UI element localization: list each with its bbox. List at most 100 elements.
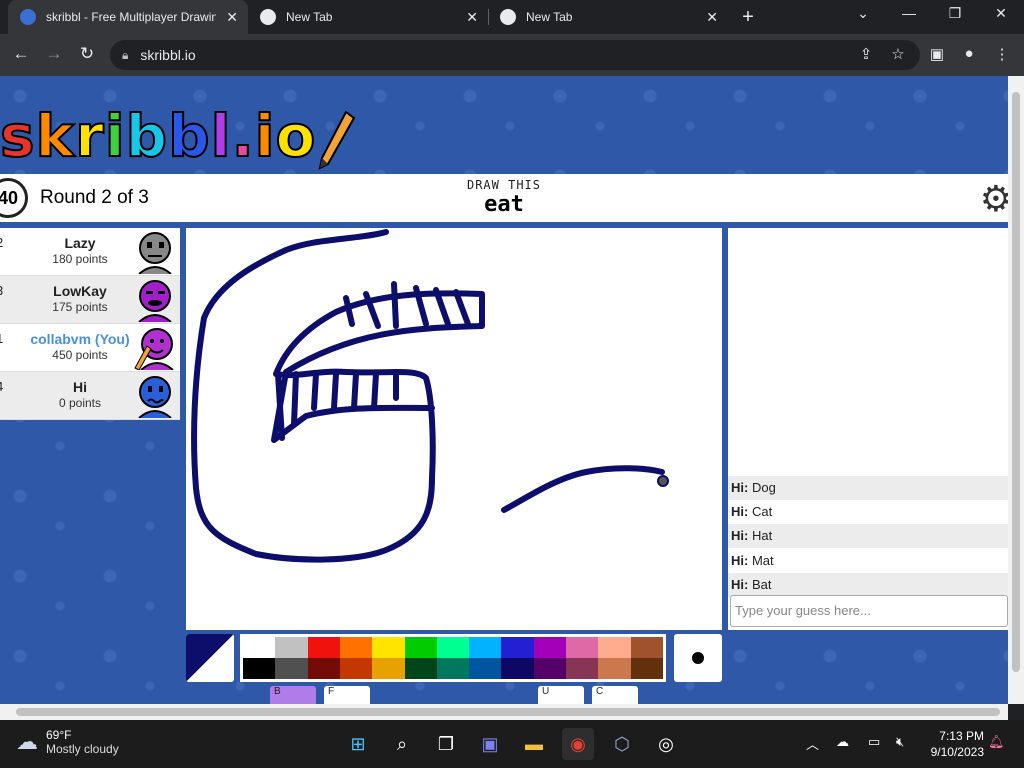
cloud-icon: ☁ [16,729,38,754]
tab-new-2[interactable]: New Tab ✕ [488,0,728,34]
tool-undo-button[interactable]: U [538,686,584,704]
color-swatch[interactable] [469,637,502,658]
chat-user: Hi: [731,480,749,495]
chat-text: Hat [751,528,773,543]
vertical-scrollbar[interactable] [1008,76,1024,704]
file-explorer-icon[interactable]: ▬ [518,728,550,760]
close-tab-icon[interactable]: ✕ [466,9,478,26]
player-row-self[interactable]: 1 collabvm (You) 450 points [0,324,180,372]
virtualbox-icon[interactable]: ⬡ [606,728,638,760]
brush-size-button[interactable] [674,634,722,682]
chat-user: Hi: [731,528,749,543]
chat-user: Hi: [731,577,749,592]
tool-fill-button[interactable]: F [324,686,370,704]
weather-widget[interactable]: ☁ 69°F Mostly cloudy [16,728,119,756]
start-icon[interactable]: ⊞ [342,728,374,760]
browser-toolbar: ← → ↻ 🔒︎ skribbl.io ⇪ ☆ ▣ ● ⋮ [0,34,1024,76]
color-swatch[interactable] [501,658,534,679]
player-list: 2 Lazy 180 points 3 LowKay 175 points 1 … [0,228,180,420]
color-swatch[interactable] [372,637,405,658]
forward-icon[interactable]: → [43,44,65,64]
search-icon[interactable]: ⌕ [386,728,418,760]
color-swatch[interactable] [436,658,470,679]
color-swatch[interactable] [275,658,308,679]
color-palette [240,634,666,682]
color-swatch[interactable] [469,658,502,679]
player-row[interactable]: 3 LowKay 175 points [0,276,180,324]
display-icon[interactable]: ▭ [868,734,880,750]
system-clock[interactable]: 7:13 PM 9/10/2023 [931,728,984,760]
chat-user: Hi: [731,553,749,568]
color-swatch[interactable] [501,637,534,658]
clock-date: 9/10/2023 [930,745,984,759]
chat-text: Dog [751,480,776,495]
tray-chevron-icon[interactable]: ︿ [806,734,819,753]
draw-this-label: DRAW THIS [466,178,542,192]
scroll-thumb[interactable] [1012,92,1020,672]
reload-icon[interactable]: ↻ [76,44,98,64]
tab-new-1[interactable]: New Tab ✕ [248,0,488,34]
color-swatch[interactable] [404,637,437,658]
chat-user: Hi: [731,504,749,519]
network-icon[interactable]: ☁ [836,734,849,750]
color-swatch[interactable] [566,658,599,679]
player-avatar [138,280,172,322]
color-swatch[interactable] [533,658,567,679]
color-swatch[interactable] [243,637,276,658]
player-row[interactable]: 2 Lazy 180 points [0,228,180,276]
player-avatar [134,328,174,370]
scroll-thumb[interactable] [16,708,1000,716]
notification-bell-icon[interactable]: 🔔︎ [988,734,1005,750]
address-bar[interactable]: 🔒︎ skribbl.io [110,40,920,70]
clock-time: 7:13 PM [939,729,984,743]
new-tab-button[interactable]: + [726,6,770,29]
color-swatch[interactable] [243,658,276,679]
player-avatar [138,232,172,274]
color-swatch[interactable] [533,637,567,658]
color-swatch[interactable] [372,658,405,679]
tab-skribbl[interactable]: skribbl - Free Multiplayer Drawin ✕ [8,0,248,34]
drawing-canvas[interactable] [186,228,722,630]
horizontal-scrollbar[interactable] [0,704,1008,720]
tab-title: New Tab [526,10,573,24]
color-swatch[interactable] [630,658,663,679]
bookmark-star-icon[interactable]: ☆ [888,45,908,63]
color-swatch[interactable] [307,658,340,679]
side-panel-icon[interactable]: ▣ [927,45,947,63]
chrome-taskbar-icon[interactable]: ◉ [562,728,594,760]
close-tab-icon[interactable]: ✕ [226,9,238,26]
guess-input[interactable]: Type your guess here... [730,595,1008,627]
chat-message: Hi: Dog [728,476,1008,500]
volume-muted-icon[interactable]: 🔇︎ [896,734,904,750]
chrome-icon [260,9,276,25]
settings-gear-icon[interactable]: ⚙ [980,178,1008,220]
color-swatch[interactable] [339,658,373,679]
color-swatch[interactable] [598,637,631,658]
color-swatch[interactable] [566,637,599,658]
game-header: 40 Round 2 of 3 DRAW THIS eat ⚙ [0,174,1008,222]
color-swatch[interactable] [404,658,437,679]
back-icon[interactable]: ← [10,44,32,64]
color-swatch[interactable] [436,637,470,658]
player-row[interactable]: 4 Hi 0 points [0,372,180,420]
task-view-icon[interactable]: ❐ [430,728,462,760]
close-window-icon[interactable]: ✕ [978,5,1024,22]
color-swatch[interactable] [630,637,663,658]
chat-app-icon[interactable]: ▣ [474,728,506,760]
profile-icon[interactable]: ● [959,45,979,62]
minimize-icon[interactable]: — [886,5,932,21]
share-icon[interactable]: ⇪ [856,45,876,63]
tool-clear-button[interactable]: C [592,686,638,704]
restore-icon[interactable]: ❐ [932,5,978,22]
close-tab-icon[interactable]: ✕ [706,9,718,26]
tab-search-icon[interactable]: ⌄ [840,5,886,22]
menu-icon[interactable]: ⋮ [992,45,1012,63]
obs-icon[interactable]: ◎ [650,728,682,760]
color-swatch[interactable] [275,637,308,658]
tool-brush-button[interactable]: B [270,686,316,704]
color-swatch[interactable] [307,637,340,658]
color-swatch[interactable] [339,637,373,658]
color-swatch[interactable] [598,658,631,679]
current-color-swatch[interactable] [186,634,234,682]
chat-panel: Hi: Dog Hi: Cat Hi: Hat Hi: Mat Hi: Bat … [728,228,1008,630]
